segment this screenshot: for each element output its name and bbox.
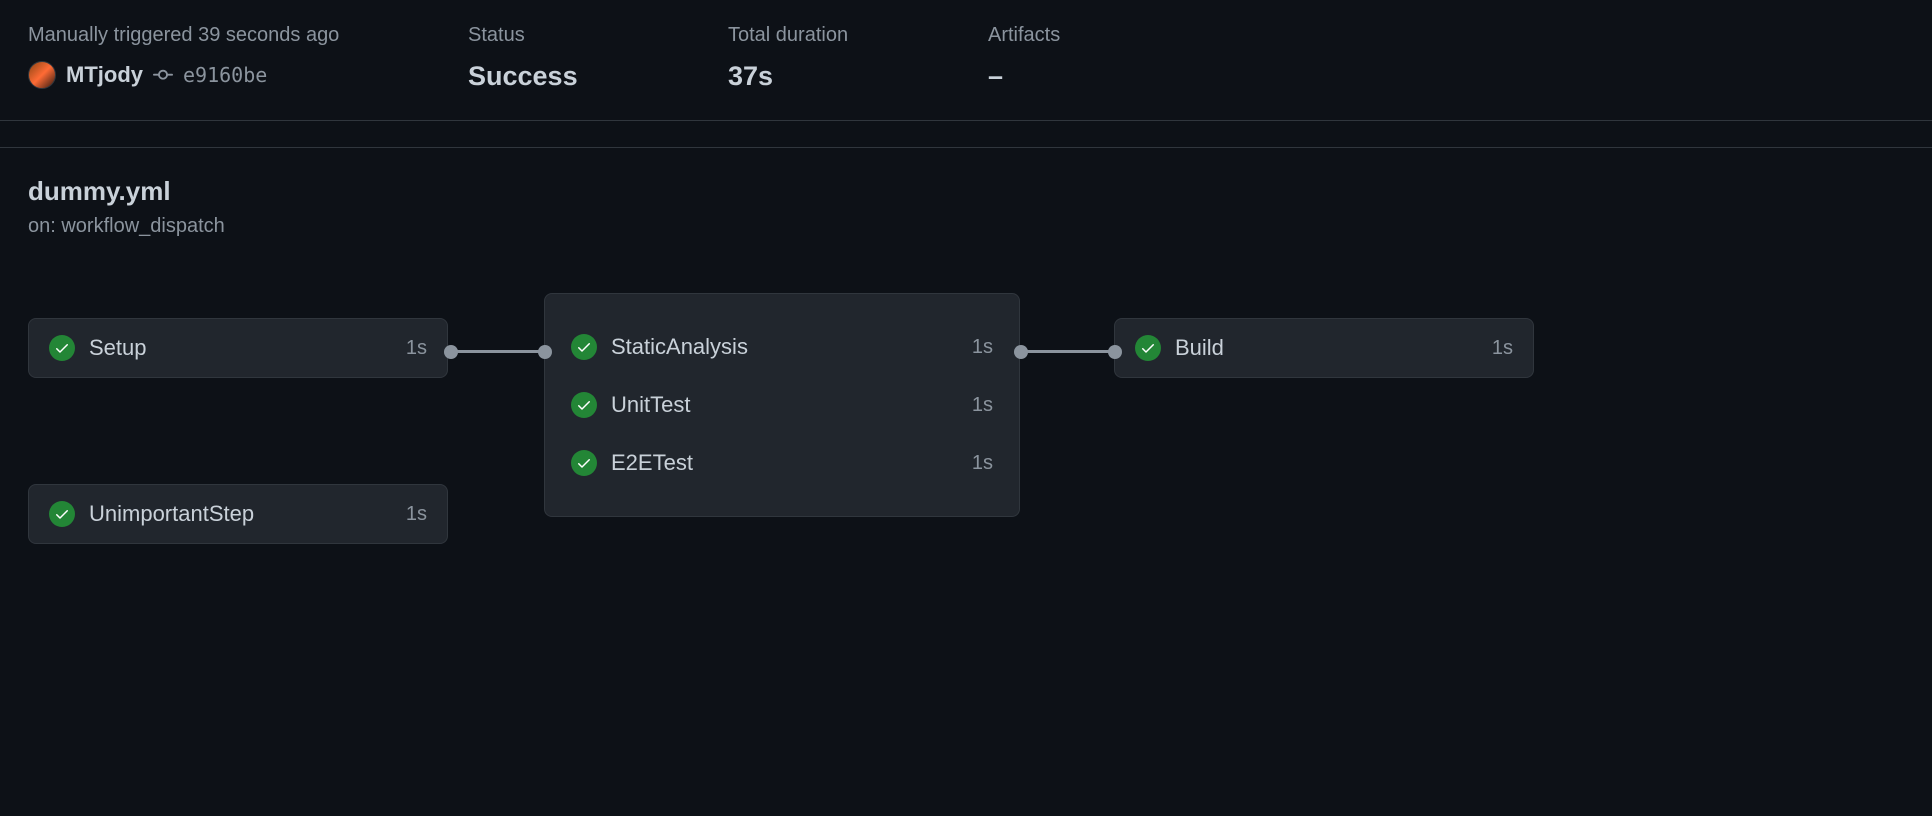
status-value: Success [468,61,668,92]
success-icon [49,335,75,361]
connector-line [1018,350,1114,353]
connector-dot [1108,345,1122,359]
job-duration: 1s [1492,337,1513,360]
avatar[interactable] [28,61,56,89]
job-name: UnitTest [611,392,958,418]
duration-section: Total duration 37s [728,24,928,92]
status-label: Status [468,24,668,47]
job-name: E2ETest [611,450,958,476]
duration-label: Total duration [728,24,928,47]
workflow-name[interactable]: dummy.yml [28,176,1904,207]
artifacts-value: – [988,61,1188,92]
job-static-analysis[interactable]: StaticAnalysis 1s [551,318,1013,376]
status-section: Status Success [468,24,668,92]
job-group: StaticAnalysis 1s UnitTest 1s E2ETest 1s [544,293,1020,517]
connector-line [448,350,544,353]
trigger-section: Manually triggered 39 seconds ago MTjody… [28,24,408,92]
author-name[interactable]: MTjody [66,62,143,88]
job-unit-test[interactable]: UnitTest 1s [551,376,1013,434]
success-icon [49,501,75,527]
job-name: UnimportantStep [89,501,392,527]
author-row: MTjody e9160be [28,61,408,89]
job-build[interactable]: Build 1s [1114,318,1534,378]
job-name: Build [1175,335,1478,361]
artifacts-section: Artifacts – [988,24,1188,92]
job-duration: 1s [972,394,993,417]
success-icon [571,450,597,476]
job-unimportant[interactable]: UnimportantStep 1s [28,484,448,544]
job-e2e-test[interactable]: E2ETest 1s [551,434,1013,492]
duration-value[interactable]: 37s [728,61,928,92]
workflow-section: dummy.yml on: workflow_dispatch Setup 1s… [0,148,1932,666]
workflow-trigger: on: workflow_dispatch [28,215,1904,238]
connector-dot [538,345,552,359]
job-setup[interactable]: Setup 1s [28,318,448,378]
job-name: StaticAnalysis [611,334,958,360]
job-name: Setup [89,335,392,361]
success-icon [571,334,597,360]
commit-icon [153,65,173,85]
job-duration: 1s [972,336,993,359]
artifacts-label: Artifacts [988,24,1188,47]
job-duration: 1s [406,503,427,526]
workflow-graph: Setup 1s UnimportantStep 1s StaticAnalys… [28,298,1904,638]
summary-header: Manually triggered 39 seconds ago MTjody… [0,0,1932,121]
connector-dot [444,345,458,359]
commit-hash[interactable]: e9160be [183,63,267,87]
connector-dot [1014,345,1028,359]
job-duration: 1s [972,452,993,475]
trigger-text: Manually triggered 39 seconds ago [28,24,408,47]
success-icon [571,392,597,418]
job-duration: 1s [406,337,427,360]
success-icon [1135,335,1161,361]
